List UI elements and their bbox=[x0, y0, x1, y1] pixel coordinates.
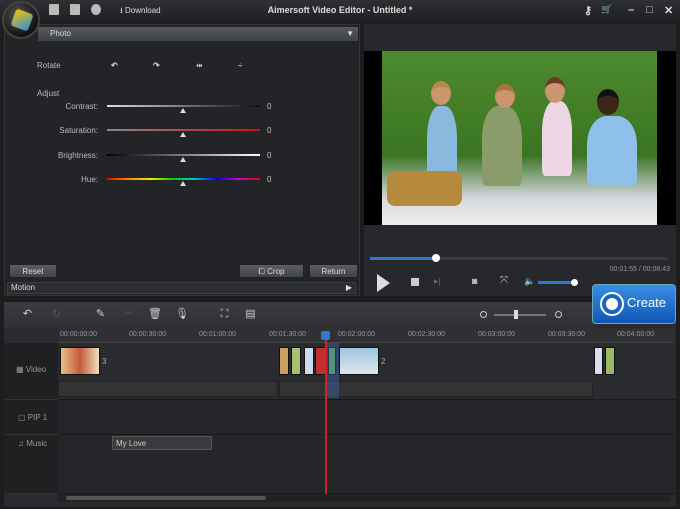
music-track[interactable] bbox=[4, 435, 676, 494]
saturation-slider[interactable] bbox=[107, 129, 260, 131]
zoom-slider-handle[interactable] bbox=[514, 310, 518, 319]
play-button[interactable] bbox=[377, 274, 390, 292]
video-clip[interactable] bbox=[60, 347, 100, 375]
fullscreen-icon[interactable]: ⤧ bbox=[500, 275, 508, 286]
playhead[interactable] bbox=[325, 334, 327, 494]
zoom-in-icon[interactable] bbox=[555, 311, 562, 318]
motion-section[interactable]: Motion ▶ bbox=[7, 282, 356, 294]
volume-handle[interactable] bbox=[571, 279, 578, 286]
flip-vertical-icon[interactable]: ÷ bbox=[238, 61, 242, 70]
stop-button[interactable] bbox=[411, 278, 419, 286]
progress-handle[interactable] bbox=[432, 254, 440, 262]
brightness-slider[interactable] bbox=[107, 154, 260, 156]
ruler-tick: 00:01:30:00 bbox=[269, 331, 306, 338]
chevron-right-icon: ▶ bbox=[345, 283, 352, 292]
contrast-label: Contrast: bbox=[65, 102, 98, 111]
photo-dropdown[interactable]: Photo ▼ bbox=[38, 27, 358, 41]
ruler-tick: 00:02:00:00 bbox=[338, 331, 375, 338]
key-icon[interactable]: ⚷ bbox=[584, 4, 592, 17]
video-clip[interactable] bbox=[594, 347, 603, 375]
video-clip[interactable] bbox=[304, 347, 314, 375]
rotate-left-icon[interactable]: ↶ bbox=[111, 61, 118, 70]
video-track-name: Video bbox=[25, 365, 47, 374]
video-clip[interactable] bbox=[339, 347, 379, 375]
brightness-value: 0 bbox=[267, 151, 272, 160]
hue-value: 0 bbox=[267, 175, 272, 184]
microphone-icon[interactable]: 🎙 bbox=[175, 309, 189, 320]
saturation-thumb[interactable] bbox=[180, 132, 186, 137]
ruler-tick: 00:00:30:00 bbox=[129, 331, 166, 338]
chevron-down-icon: ▼ bbox=[346, 29, 354, 38]
edit-icon[interactable]: ✎ bbox=[95, 309, 106, 320]
fit-icon[interactable]: ⛶ bbox=[219, 309, 230, 320]
clip-number: 3 bbox=[102, 357, 107, 366]
rotate-right-icon[interactable]: ↷ bbox=[153, 61, 160, 70]
adjust-label: Adjust bbox=[37, 89, 60, 98]
create-button[interactable]: Create bbox=[592, 284, 676, 324]
pip-track-name: PIP 1 bbox=[27, 413, 48, 422]
music-clip[interactable]: My Love bbox=[112, 436, 212, 450]
video-clip[interactable] bbox=[605, 347, 615, 375]
brightness-thumb[interactable] bbox=[180, 157, 186, 162]
selected-clip-highlight bbox=[327, 343, 339, 398]
ruler-tick: 00:01:00:00 bbox=[199, 331, 236, 338]
app-logo[interactable] bbox=[2, 1, 40, 39]
video-track-label: ▦ Video bbox=[4, 343, 58, 400]
create-label: Create bbox=[627, 295, 667, 310]
film-reel-icon bbox=[600, 292, 624, 316]
next-frame-button[interactable]: ▸| bbox=[434, 276, 441, 287]
reset-button[interactable]: Reset bbox=[9, 264, 57, 278]
hue-slider[interactable] bbox=[107, 178, 260, 180]
video-clip[interactable] bbox=[291, 347, 301, 375]
saturation-value: 0 bbox=[267, 126, 272, 135]
hue-label: Hue: bbox=[81, 175, 98, 184]
pip-track-label: ▢ PIP 1 bbox=[4, 400, 58, 435]
snapshot-icon[interactable]: ◙ bbox=[472, 276, 477, 286]
contrast-value: 0 bbox=[267, 102, 272, 111]
cut-icon[interactable]: ✂ bbox=[123, 309, 134, 320]
time-display: 00:01:55 / 00:08:43 bbox=[609, 266, 670, 273]
redo-icon[interactable]: ↻ bbox=[51, 309, 62, 320]
undo-icon[interactable]: ↶ bbox=[22, 309, 33, 320]
audio-lane bbox=[58, 381, 278, 397]
settings-icon[interactable]: ▤ bbox=[245, 309, 256, 320]
minimize-button[interactable]: – bbox=[628, 4, 634, 16]
ruler-tick: 00:03:30:00 bbox=[548, 331, 585, 338]
ruler-tick: 00:00:00:00 bbox=[60, 331, 97, 338]
clip-number: 2 bbox=[381, 357, 386, 366]
pip-track[interactable] bbox=[4, 400, 676, 435]
return-button[interactable]: Return bbox=[309, 264, 358, 278]
hue-thumb[interactable] bbox=[180, 181, 186, 186]
video-clip[interactable] bbox=[279, 347, 289, 375]
delete-icon[interactable]: 🗑 bbox=[148, 309, 162, 320]
ruler-tick: 00:03:00:00 bbox=[478, 331, 515, 338]
window-title: Aimersoft Video Editor - Untitled * bbox=[267, 5, 413, 15]
saturation-label: Saturation: bbox=[59, 126, 98, 135]
playhead-handle[interactable] bbox=[321, 331, 330, 340]
brightness-label: Brightness: bbox=[57, 151, 98, 160]
music-track-name: Music bbox=[26, 439, 48, 448]
timeline-zoom-slider[interactable] bbox=[494, 314, 546, 316]
crop-label: Crop bbox=[267, 267, 285, 276]
music-track-label: ♫ Music bbox=[4, 435, 58, 494]
ruler-tick: 00:02:30:00 bbox=[408, 331, 445, 338]
crop-icon: ⧠ bbox=[258, 267, 268, 276]
video-preview bbox=[382, 51, 657, 225]
ruler-tick: 00:04:00:00 bbox=[617, 331, 654, 338]
contrast-slider[interactable] bbox=[107, 105, 260, 107]
maximize-button[interactable]: □ bbox=[646, 4, 653, 16]
flip-horizontal-icon[interactable]: ⇹ bbox=[196, 61, 203, 70]
zoom-out-icon[interactable] bbox=[480, 311, 487, 318]
playback-progress-fill bbox=[370, 257, 436, 260]
timeline-scrollbar-thumb[interactable] bbox=[66, 496, 266, 500]
close-button[interactable]: ✕ bbox=[664, 4, 673, 17]
photo-dropdown-label: Photo bbox=[50, 29, 71, 38]
contrast-thumb[interactable] bbox=[180, 108, 186, 113]
crop-button[interactable]: ⧠ Crop bbox=[239, 264, 304, 278]
motion-label: Motion bbox=[11, 283, 36, 292]
volume-icon[interactable]: 🔈 bbox=[524, 276, 535, 287]
rotate-label: Rotate bbox=[37, 61, 61, 70]
cart-icon[interactable]: 🛒 bbox=[601, 4, 612, 15]
